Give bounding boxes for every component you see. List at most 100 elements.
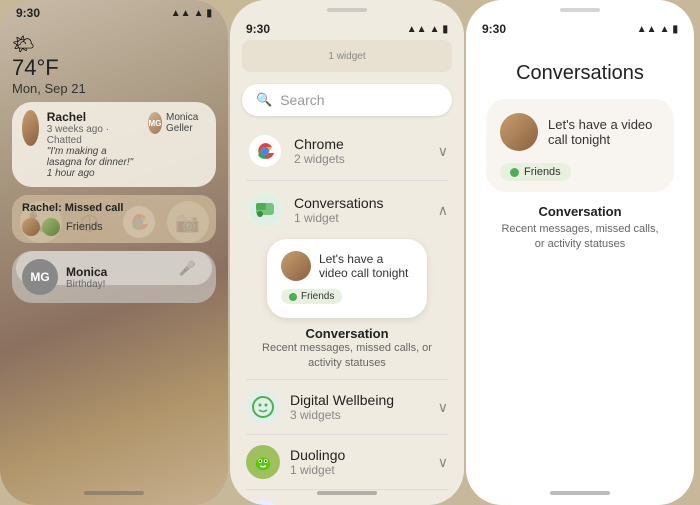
phone2: 9:30 ▲▲ ▲ ▮ 1 widget 🔍 Search [230,0,464,505]
rachel-card[interactable]: Rachel 3 weeks ago · Chatted "I'm making… [12,102,216,187]
widget-picker: 1 widget 🔍 Search [230,38,464,505]
dw-chevron: ∨ [438,399,448,416]
conv-preview-avatar [281,251,311,281]
conv-preview-text: Let's have a video call tonight [319,252,413,280]
conv-badge-large-label: Friends [524,166,561,178]
conversations-widget-info: Conversations 1 widget [294,195,428,225]
monica-name: Monica [66,265,107,279]
widget-chrome[interactable]: Chrome 2 widgets ∨ [230,122,464,180]
signal-icon-3: ▲▲ [637,24,657,35]
conversations-section: Conversations 1 widget ∧ Let's have a vi… [230,181,464,379]
conversations-count: 1 widget [294,211,428,225]
duo-chevron: ∨ [438,454,448,471]
phone3-content: Conversations Let's have a video call to… [466,38,694,252]
chrome-count: 2 widgets [294,152,428,166]
widget-conversations[interactable]: Conversations 1 widget ∧ [230,181,464,239]
weather-widget: 🌤 74°F Mon, Sep 21 [12,34,216,96]
rachel-avatar [22,110,39,146]
conversations-name: Conversations [294,195,428,211]
rachel-name: Rachel [47,110,140,124]
time-3: 9:30 [482,22,506,36]
search-box[interactable]: 🔍 Search [242,84,452,116]
partial-widget-label: 1 widget [328,51,365,62]
conversations-app-icon [246,191,284,229]
conv-badge: Friends [281,289,342,304]
monica-info: Monica Birthday! [66,265,107,290]
handle-bar-2 [317,491,377,495]
conv-desc-title: Conversation [246,326,448,341]
phone3-desc-title: Conversation [498,204,662,219]
conv-widget-large[interactable]: Let's have a video call tonight Friends [486,99,674,192]
time-1: 9:30 [16,6,40,20]
monica-small-avatar: MG [148,112,162,134]
conv-desc-section: Conversation Recent messages, missed cal… [230,326,464,380]
chrome-name: Chrome [294,136,428,152]
dw-app-icon [246,390,280,424]
chrome-app-icon [246,132,284,170]
phone3-desc-sub: Recent messages, missed calls, or activi… [498,222,662,253]
phone3-title: Conversations [478,62,682,85]
conv-widget-large-row: Let's have a video call tonight [500,113,660,151]
signal-icon-2: ▲▲ [407,24,427,35]
monica-row: MG Monica Geller [148,112,206,134]
monica-sub: Birthday! [66,279,107,290]
weather-icon: 🌤 [12,34,35,54]
conv-badge-label: Friends [301,291,334,302]
conv-badge-large-dot [510,168,519,177]
fit-app-icon [246,500,280,505]
status-bar-1: 9:30 ▲▲ ▲ ▮ [0,0,228,22]
handle-bar-3 [550,491,610,495]
friends-row: Friends [22,218,206,236]
friends-avatar-2 [42,218,60,236]
top-handle-2 [327,8,367,12]
battery-icon: ▮ [206,8,212,19]
chrome-widget-info: Chrome 2 widgets [294,136,428,166]
conv-widget-large-avatar [500,113,538,151]
conv-badge-large: Friends [500,163,571,181]
duo-name: Duolingo [290,447,428,463]
friends-label: Friends [66,221,103,233]
rachel-sub: 3 weeks ago · Chatted [47,124,140,146]
status-bar-2: 9:30 ▲▲ ▲ ▮ [230,16,464,38]
dw-widget-info: Digital Wellbeing 3 widgets [290,392,428,422]
weather-date: Mon, Sep 21 [12,81,216,96]
rachel-info: Rachel 3 weeks ago · Chatted "I'm making… [47,110,140,179]
search-placeholder: Search [280,92,324,108]
rachel-msg: "I'm making a lasagna for dinner!" 1 hou… [47,146,140,179]
duo-count: 1 widget [290,463,428,477]
conv-preview-area: Let's have a video call tonight Friends [230,239,464,326]
status-icons-1: ▲▲ ▲ ▮ [171,8,212,19]
time-2: 9:30 [246,22,270,36]
weather-temp: 74°F [12,55,216,81]
mg-avatar: MG [22,259,58,295]
dw-count: 3 widgets [290,408,428,422]
handle-bar-1 [84,491,144,495]
battery-icon-2: ▮ [442,24,448,35]
missed-call-card[interactable]: Rachel: Missed call Friends [12,195,216,243]
search-icon: 🔍 [256,92,272,108]
signal-icon: ▲▲ [171,8,191,19]
wifi-icon-3: ▲ [660,24,670,35]
status-icons-2: ▲▲ ▲ ▮ [407,24,448,35]
duo-app-icon [246,445,280,479]
widget-digital-wellbeing[interactable]: Digital Wellbeing 3 widgets ∨ [230,380,464,434]
monica-name-small: Monica Geller [166,112,206,134]
friends-avatar-1 [22,218,40,236]
phone3-desc: Conversation Recent messages, missed cal… [478,204,682,253]
status-bar-3: 9:30 ▲▲ ▲ ▮ [466,16,694,38]
phone3: 9:30 ▲▲ ▲ ▮ Conversations Let's have a v… [466,0,694,505]
dw-name: Digital Wellbeing [290,392,428,408]
battery-icon-3: ▮ [672,24,678,35]
conv-widget-preview[interactable]: Let's have a video call tonight Friends [267,239,427,318]
widget-duolingo[interactable]: Duolingo 1 widget ∨ [230,435,464,489]
conv-desc-sub: Recent messages, missed calls, or activi… [246,341,448,372]
chrome-chevron: ∨ [438,143,448,160]
missed-call-text: Rachel: Missed call [22,202,206,214]
conv-preview-row: Let's have a video call tonight [281,251,413,281]
wifi-icon: ▲ [194,8,204,19]
duo-widget-info: Duolingo 1 widget [290,447,428,477]
status-icons-3: ▲▲ ▲ ▮ [637,24,678,35]
monica-card[interactable]: MG Monica Birthday! [12,251,216,303]
conversations-chevron: ∧ [438,202,448,219]
phone1: 9:30 ▲▲ ▲ ▮ 🌤 74°F Mon, Sep 21 Rachel [0,0,228,505]
